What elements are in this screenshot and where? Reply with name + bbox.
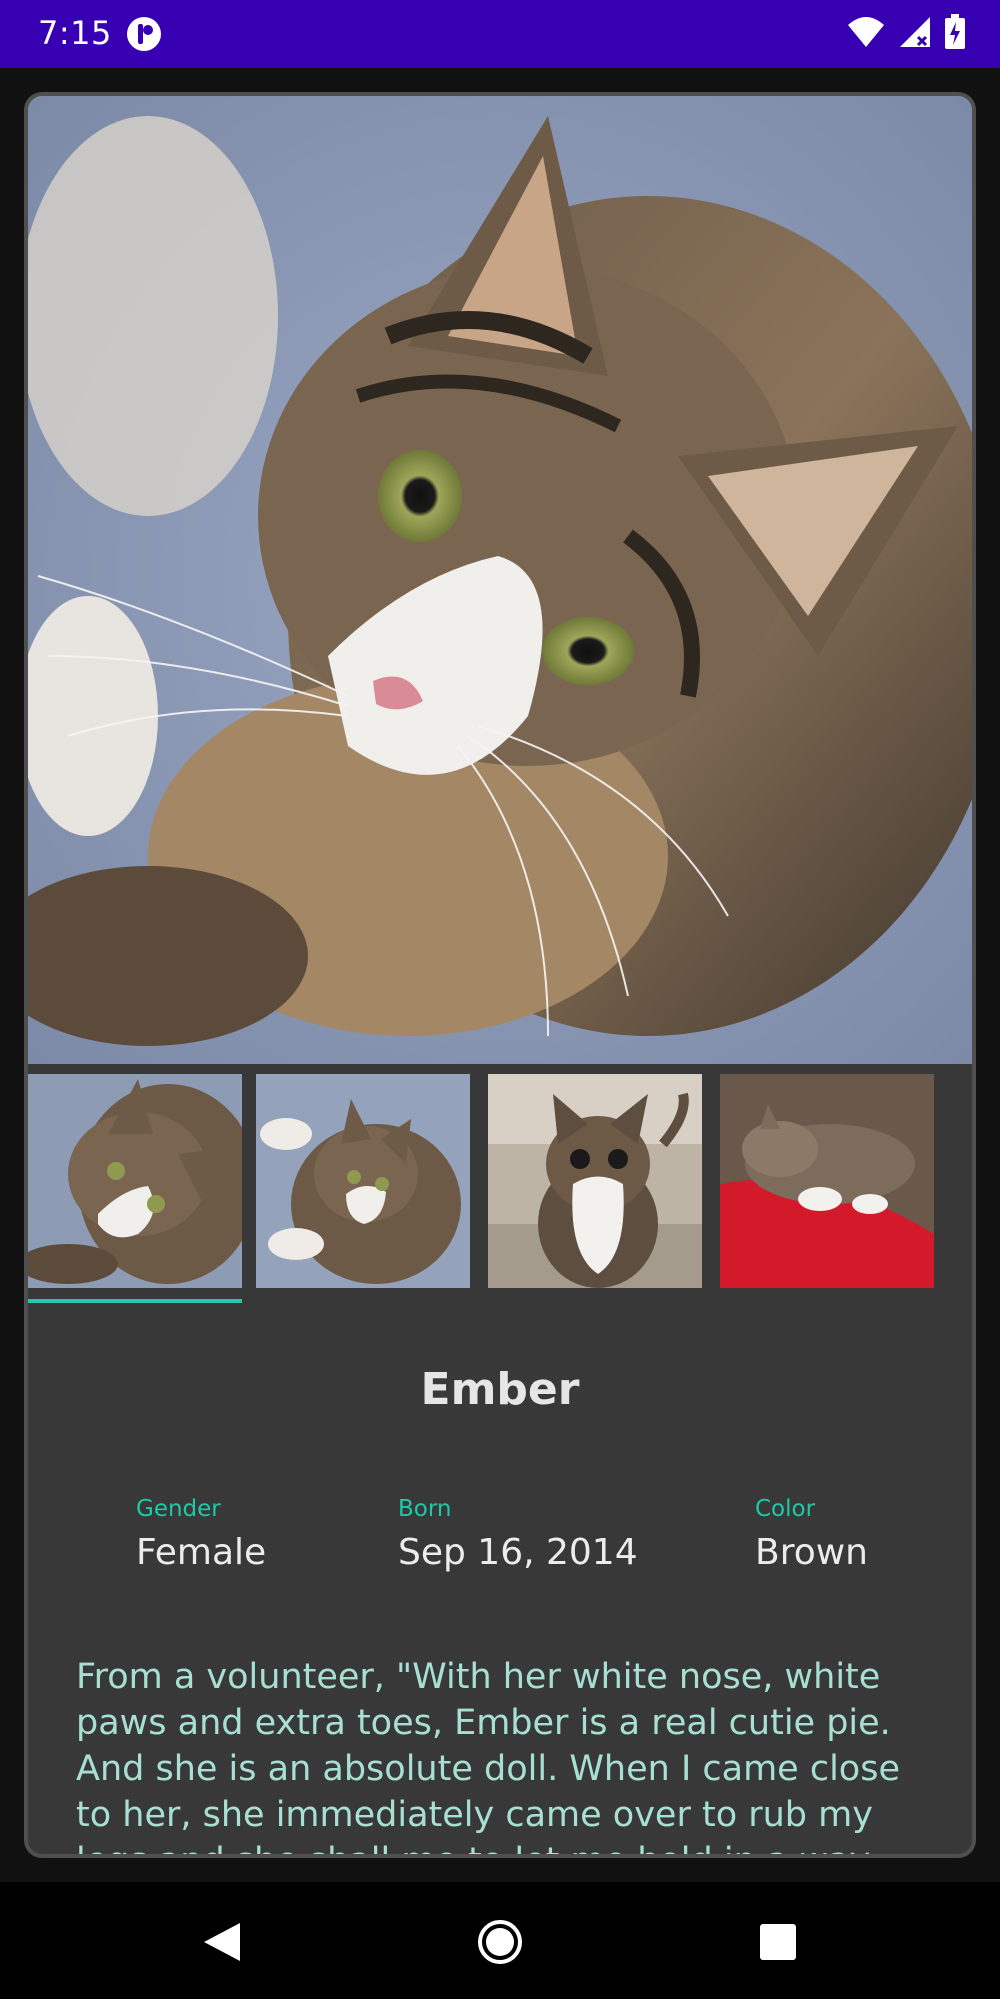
fact-value: Brown	[755, 1532, 868, 1573]
navigation-bar	[0, 1882, 1000, 1999]
fact-born: Born Sep 16, 2014	[398, 1496, 638, 1573]
fact-value: Sep 16, 2014	[398, 1532, 638, 1573]
home-icon[interactable]	[474, 1916, 526, 1968]
thumbnail-3[interactable]	[488, 1074, 702, 1288]
fact-label: Color	[755, 1496, 816, 1522]
thumbnail-4[interactable]	[720, 1074, 934, 1288]
fact-color: Color Brown	[755, 1496, 868, 1573]
thumbnail-2[interactable]	[256, 1074, 470, 1288]
pet-facts: Gender Female Born Sep 16, 2014 Color Br…	[28, 1496, 972, 1596]
fact-label: Born	[398, 1496, 452, 1522]
pet-detail-card: Ember Gender Female Born Sep 16, 2014 Co…	[24, 92, 976, 1858]
wifi-icon	[846, 15, 886, 53]
thumbnail-strip	[28, 1074, 972, 1306]
battery-charging-icon	[944, 14, 966, 54]
fact-gender: Gender Female	[136, 1496, 266, 1573]
thumbnail-1[interactable]	[28, 1074, 242, 1288]
hero-cat-photo	[28, 96, 972, 1064]
recents-icon[interactable]	[752, 1916, 804, 1968]
status-time: 7:15	[38, 14, 112, 52]
selected-thumbnail-indicator	[28, 1299, 242, 1303]
fact-label: Gender	[136, 1496, 221, 1522]
status-bar: 7:15	[0, 0, 1000, 68]
fact-value: Female	[136, 1532, 267, 1573]
app-notification-icon	[126, 16, 162, 52]
signal-icon	[898, 15, 932, 53]
pet-name: Ember	[420, 1364, 580, 1415]
back-icon[interactable]	[196, 1916, 248, 1968]
pet-description: From a volunteer, "With her white nose, …	[76, 1657, 900, 1854]
